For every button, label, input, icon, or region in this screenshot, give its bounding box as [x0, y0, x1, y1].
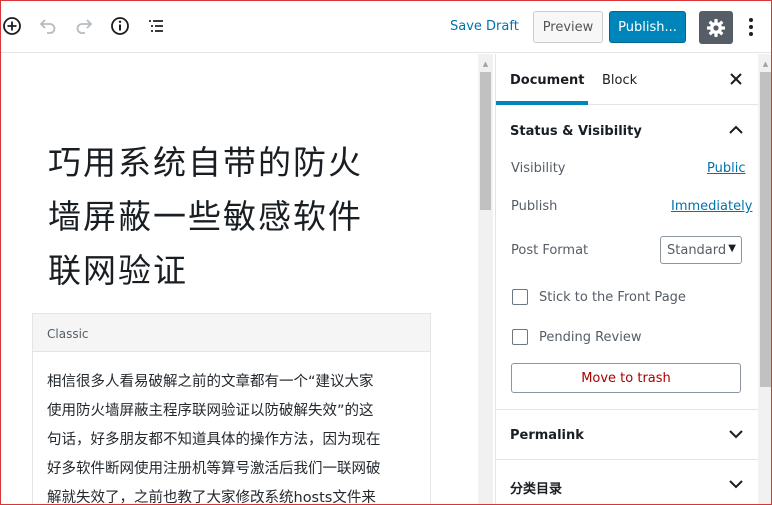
classic-block-content[interactable]: 相信很多人看易破解之前的文章都有一个“建议大家 使用防火墙屏蔽主程序联网验证以防… [33, 352, 430, 505]
editor-scrollbar-thumb[interactable] [480, 72, 491, 210]
tab-document[interactable]: Document [510, 73, 585, 88]
stick-front-page-label[interactable]: Stick to the Front Page [539, 290, 686, 305]
undo-icon[interactable] [37, 15, 59, 37]
classic-block[interactable]: Classic 相信很多人看易破解之前的文章都有一个“建议大家 使用防火墙屏蔽主… [32, 313, 431, 505]
visibility-label: Visibility [511, 161, 566, 176]
editor-scrollbar[interactable]: ▲ [478, 54, 493, 504]
paragraph-line: 好多软件断网使用注册机等算号激活后我们一联网破 [47, 461, 381, 477]
gear-icon [707, 18, 725, 37]
top-toolbar: Save Draft Preview Publish... [1, 1, 771, 53]
settings-button[interactable] [699, 11, 733, 44]
list-icon[interactable] [145, 15, 167, 37]
close-icon [730, 73, 742, 85]
sidebar-scrollbar-thumb[interactable] [760, 72, 771, 387]
dropdown-caret-icon: ▼ [728, 243, 736, 254]
stick-front-page-checkbox[interactable] [512, 289, 528, 305]
paragraph-line: 句话，好多朋友都不知道具体的操作方法，因为现在 [47, 432, 381, 448]
plus-circle-icon[interactable] [1, 15, 23, 37]
visibility-link[interactable]: Public [707, 161, 745, 176]
post-format-value: Standard [667, 243, 727, 258]
status-visibility-panel: Status & Visibility Visibility Public Pu… [496, 105, 758, 410]
post-title-line: 联网验证 [48, 251, 188, 290]
editor-window: Save Draft Preview Publish... 巧用系统自带的防火 … [0, 0, 772, 505]
more-options-button[interactable] [743, 15, 759, 39]
paragraph-line: 使用防火墙屏蔽主程序联网验证以防破解失效”的这 [47, 403, 374, 419]
move-to-trash-button[interactable]: Move to trash [511, 363, 741, 393]
chevron-down-icon[interactable] [728, 476, 744, 492]
panel-title-permalink[interactable]: Permalink [510, 428, 584, 443]
categories-panel: 分类目录 [496, 460, 758, 504]
paragraph-line: 相信很多人看易破解之前的文章都有一个“建议大家 [47, 374, 374, 390]
tab-block[interactable]: Block [602, 73, 637, 88]
post-title[interactable]: 巧用系统自带的防火 墙屏蔽一些敏感软件 联网验证 [48, 136, 418, 298]
publish-button[interactable]: Publish... [609, 11, 686, 43]
post-format-select[interactable]: Standard ▼ [660, 236, 742, 264]
permalink-panel: Permalink [496, 410, 758, 460]
scroll-up-arrow-icon[interactable]: ▲ [758, 56, 771, 71]
publish-label: Publish [511, 199, 558, 214]
pending-review-checkbox[interactable] [512, 329, 528, 345]
paragraph-line: 解就失效了，之前也教了大家修改系统hosts文件来 [47, 490, 376, 505]
chevron-up-icon[interactable] [728, 121, 744, 137]
chevron-down-icon[interactable] [728, 426, 744, 442]
post-format-label: Post Format [511, 243, 589, 258]
scroll-up-arrow-icon[interactable]: ▲ [478, 56, 493, 71]
panel-title-categories[interactable]: 分类目录 [510, 478, 562, 497]
editor-canvas: 巧用系统自带的防火 墙屏蔽一些敏感软件 联网验证 Classic 相信很多人看易… [1, 54, 478, 505]
panel-title-status-visibility[interactable]: Status & Visibility [510, 124, 642, 139]
publish-date-link[interactable]: Immediately [671, 199, 752, 214]
info-icon[interactable] [109, 15, 131, 37]
post-title-line: 巧用系统自带的防火 [48, 143, 363, 182]
close-sidebar-button[interactable] [728, 71, 744, 87]
redo-icon[interactable] [73, 15, 95, 37]
pending-review-label[interactable]: Pending Review [539, 330, 641, 345]
preview-button[interactable]: Preview [533, 11, 603, 43]
save-draft-button[interactable]: Save Draft [450, 19, 519, 34]
post-title-line: 墙屏蔽一些敏感软件 [48, 197, 363, 236]
sidebar-scrollbar[interactable]: ▲ [758, 54, 771, 504]
more-vertical-icon [749, 18, 753, 36]
sidebar-tabs: Document Block [496, 54, 758, 105]
classic-block-label: Classic [33, 314, 430, 352]
settings-sidebar: Document Block Status & Visibility Visib… [495, 54, 758, 504]
